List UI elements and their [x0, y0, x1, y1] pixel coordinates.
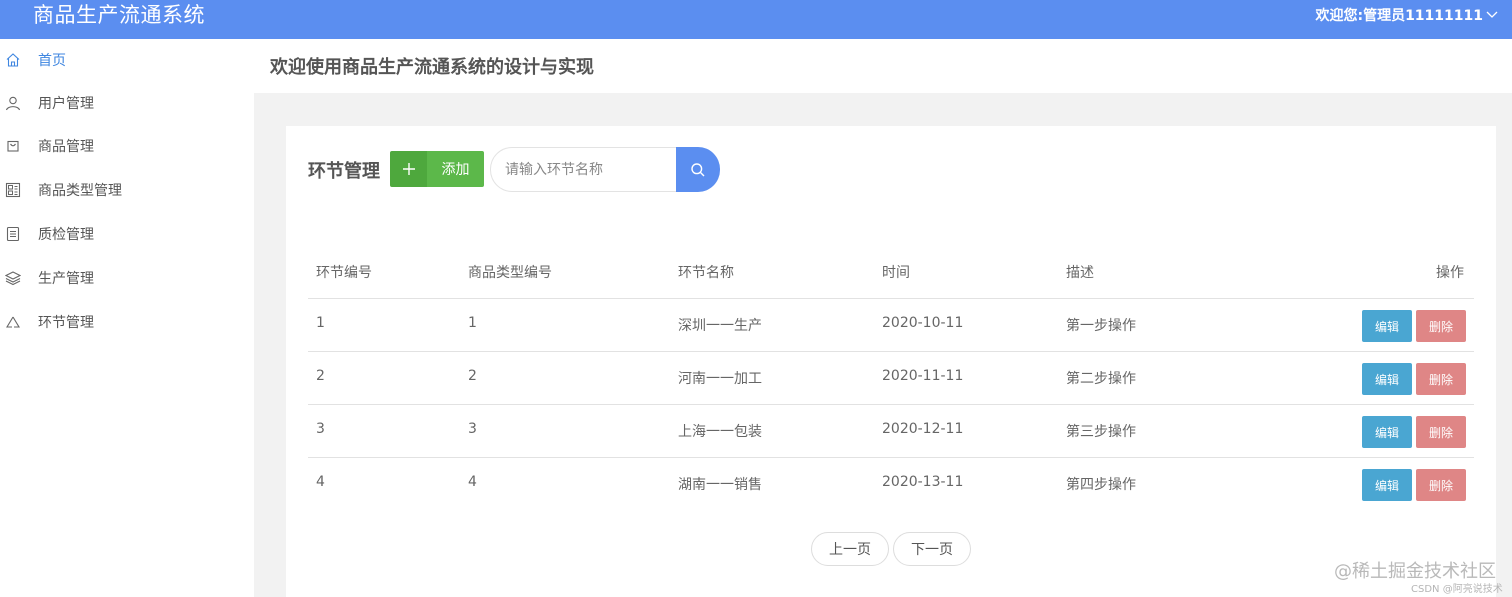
- content-panel: [286, 126, 1496, 597]
- edit-button[interactable]: 编辑: [1362, 363, 1412, 395]
- sidebar-item-label: 用户管理: [38, 96, 94, 112]
- sidebar-item-home[interactable]: 首页: [0, 40, 254, 80]
- recycle-icon: [5, 314, 21, 330]
- cell-stage-name: 深圳一一生产: [678, 318, 762, 334]
- column-header-stage-name: 环节名称: [678, 265, 734, 281]
- sidebar-item-label: 环节管理: [38, 315, 94, 331]
- add-button[interactable]: 添加: [390, 151, 484, 187]
- column-header-time: 时间: [882, 265, 910, 281]
- cell-type-id: 1: [468, 315, 477, 331]
- cell-type-id: 2: [468, 368, 477, 384]
- cell-description: 第三步操作: [1066, 424, 1136, 440]
- add-button-label: 添加: [427, 151, 484, 187]
- edit-button[interactable]: 编辑: [1362, 310, 1412, 342]
- sidebar-item-users[interactable]: 用户管理: [0, 83, 254, 123]
- plus-icon: [390, 151, 427, 187]
- sidebar-item-stages[interactable]: 环节管理: [0, 302, 254, 342]
- sidebar-item-label: 商品类型管理: [38, 183, 122, 199]
- cell-stage-name: 上海一一包装: [678, 424, 762, 440]
- cell-stage-name: 湖南一一销售: [678, 477, 762, 493]
- table-divider: [308, 351, 1474, 352]
- page-header: 欢迎使用商品生产流通系统的设计与实现: [254, 39, 1512, 93]
- cell-time: 2020-12-11: [882, 421, 964, 437]
- user-menu-label: 欢迎您:管理员11111111: [1315, 8, 1483, 24]
- column-header-description: 描述: [1066, 265, 1094, 281]
- section-title: 环节管理: [308, 161, 380, 182]
- document-icon: [5, 226, 21, 242]
- delete-button[interactable]: 删除: [1416, 363, 1466, 395]
- sidebar-item-production[interactable]: 生产管理: [0, 258, 254, 298]
- watermark-sub: CSDN @阿亮说技术: [1411, 584, 1503, 595]
- cell-type-id: 3: [468, 421, 477, 437]
- cell-stage-id: 2: [316, 368, 325, 384]
- cell-description: 第二步操作: [1066, 371, 1136, 387]
- cell-stage-id: 4: [316, 474, 325, 490]
- page-title: 欢迎使用商品生产流通系统的设计与实现: [270, 57, 594, 78]
- sidebar-item-label: 生产管理: [38, 271, 94, 287]
- next-page-button[interactable]: 下一页: [893, 532, 971, 566]
- edit-button[interactable]: 编辑: [1362, 416, 1412, 448]
- column-header-stage-id: 环节编号: [316, 265, 372, 281]
- column-header-type-id: 商品类型编号: [468, 265, 552, 281]
- sidebar-item-label: 商品管理: [38, 139, 94, 155]
- delete-button[interactable]: 删除: [1416, 416, 1466, 448]
- sidebar: 首页 用户管理 商品管理 商品类型管理 质检管理 生产管理 环节管理: [0, 39, 254, 597]
- edit-button[interactable]: 编辑: [1362, 469, 1412, 501]
- top-bar: 商品生产流通系统 欢迎您:管理员11111111: [0, 0, 1512, 39]
- sidebar-item-quality[interactable]: 质检管理: [0, 214, 254, 254]
- cell-description: 第一步操作: [1066, 318, 1136, 334]
- home-icon: [5, 52, 21, 68]
- sidebar-item-label: 质检管理: [38, 227, 94, 243]
- prev-page-button[interactable]: 上一页: [811, 532, 889, 566]
- cell-time: 2020-11-11: [882, 368, 964, 384]
- table-divider: [308, 298, 1474, 299]
- sidebar-item-products[interactable]: 商品管理: [0, 126, 254, 166]
- cell-time: 2020-13-11: [882, 474, 964, 490]
- app-title: 商品生产流通系统: [33, 3, 205, 27]
- grid-icon: [5, 182, 21, 198]
- user-menu[interactable]: 欢迎您:管理员11111111: [1315, 5, 1498, 25]
- table-divider: [308, 457, 1474, 458]
- delete-button[interactable]: 删除: [1416, 469, 1466, 501]
- search-input[interactable]: [490, 147, 690, 192]
- search-icon: [691, 162, 705, 176]
- delete-button[interactable]: 删除: [1416, 310, 1466, 342]
- cell-stage-id: 1: [316, 315, 325, 331]
- bag-icon: [5, 138, 21, 154]
- column-header-actions: 操作: [1436, 265, 1464, 281]
- table-divider: [308, 404, 1474, 405]
- cell-type-id: 4: [468, 474, 477, 490]
- cell-description: 第四步操作: [1066, 477, 1136, 493]
- cell-stage-name: 河南一一加工: [678, 371, 762, 387]
- cell-stage-id: 3: [316, 421, 325, 437]
- user-icon: [5, 95, 21, 111]
- sidebar-item-product-types[interactable]: 商品类型管理: [0, 170, 254, 210]
- search-button[interactable]: [676, 147, 720, 192]
- chevron-down-icon: [1486, 11, 1498, 18]
- cell-time: 2020-10-11: [882, 315, 964, 331]
- layers-icon: [5, 270, 21, 286]
- sidebar-item-label: 首页: [38, 53, 66, 69]
